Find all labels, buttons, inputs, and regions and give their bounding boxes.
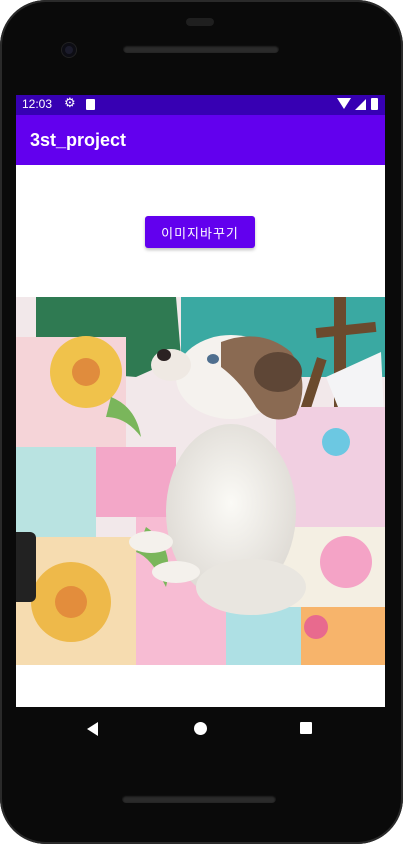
app-title: 3st_project: [30, 130, 127, 150]
wifi-icon: [337, 98, 351, 109]
status-time: 12:03: [22, 97, 53, 111]
earpiece-speaker: [123, 45, 279, 53]
screen: 12:03 ⚙ 3st_project 이미지바꾸기: [16, 95, 385, 707]
navigation-bar: [0, 707, 403, 752]
back-icon[interactable]: [87, 722, 98, 736]
phone-frame: 12:03 ⚙ 3st_project 이미지바꾸기: [0, 0, 403, 844]
settings-icon: ⚙: [64, 96, 76, 111]
puppy-photo: [16, 297, 385, 665]
signal-icon: [355, 99, 366, 110]
bottom-speaker: [122, 795, 276, 803]
app-bar: 3st_project: [16, 115, 385, 165]
home-icon[interactable]: [194, 722, 207, 735]
front-camera: [62, 43, 76, 57]
recents-icon[interactable]: [300, 722, 312, 734]
notch: [186, 18, 214, 26]
change-image-button[interactable]: 이미지바꾸기: [145, 216, 255, 248]
status-bar: 12:03 ⚙: [16, 95, 385, 115]
battery-icon: [371, 98, 378, 110]
sd-card-icon: [86, 99, 95, 110]
